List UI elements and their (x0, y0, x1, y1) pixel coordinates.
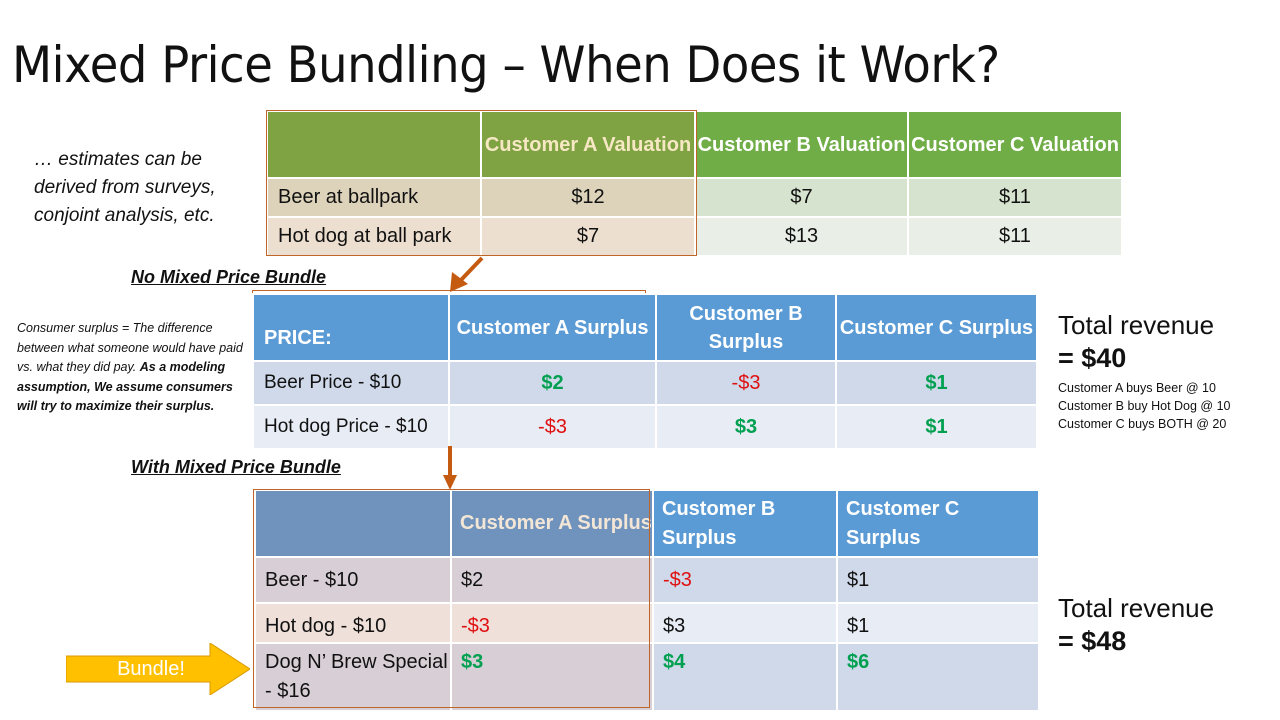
connector-arrows (443, 256, 484, 490)
arrow-no-bundle-to-bundle (443, 446, 457, 490)
arrow-valuation-to-no-bundle (450, 256, 484, 292)
